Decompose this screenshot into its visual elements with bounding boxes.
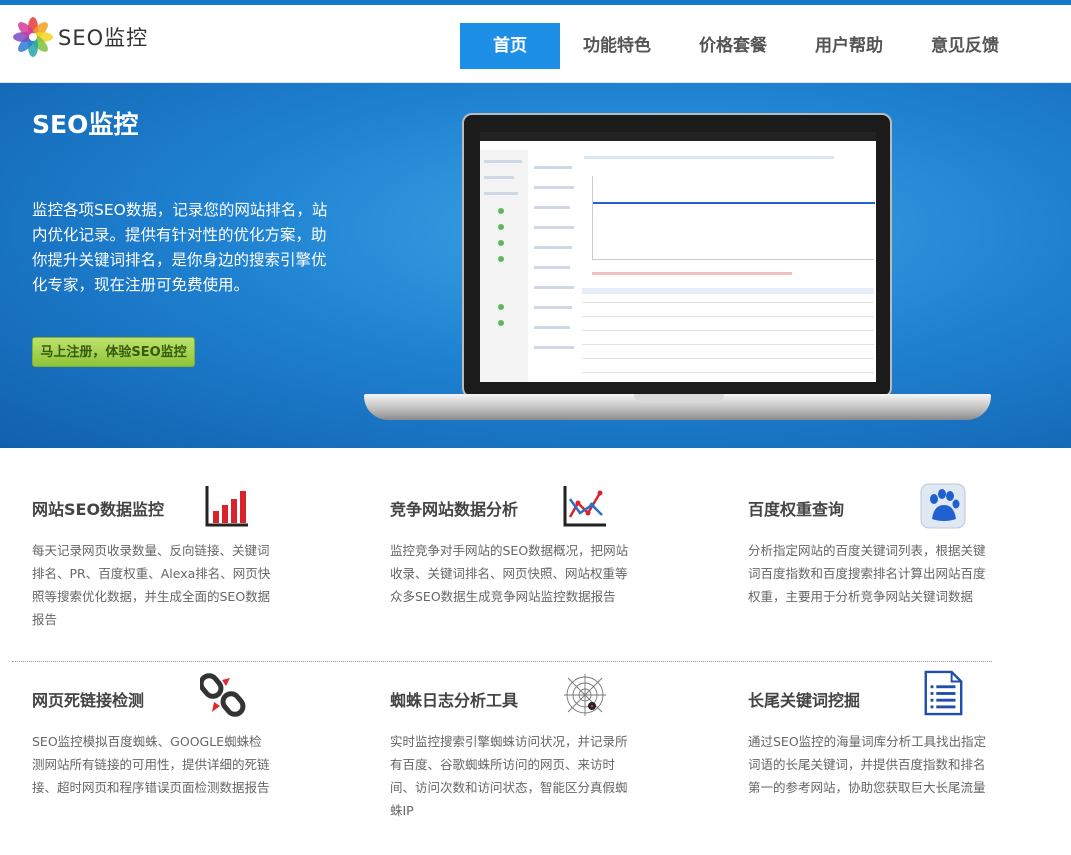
feature-description: 通过SEO监控的海量词库分析工具找出指定词语的长尾关键词，并提供百度指数和排名第… xyxy=(748,734,987,795)
spider-web-icon xyxy=(564,674,606,716)
nav-features[interactable]: 功能特色 xyxy=(562,23,672,69)
feature-description: 实时监控搜索引擎蜘蛛访问状况，并记录所有百度、谷歌蜘蛛所访问的网页、来访时间、访… xyxy=(390,734,628,818)
feature-description: 分析指定网站的百度关键词列表，根据关键词百度指数和百度搜索排名计算出网站百度权重… xyxy=(748,543,986,604)
laptop-screenshot xyxy=(480,132,876,382)
site-logo[interactable]: SEO监控 xyxy=(12,17,148,57)
laptop-notch xyxy=(634,394,724,401)
feature-title: 竞争网站数据分析 xyxy=(390,500,519,519)
flower-logo-icon xyxy=(13,17,53,57)
laptop-image xyxy=(462,113,892,398)
main-nav: 首页 功能特色 价格套餐 用户帮助 意见反馈 xyxy=(460,23,1026,69)
feature-title: 长尾关键词挖掘 xyxy=(748,691,861,710)
feature-description: 每天记录网页收录数量、反向链接、关键词排名、PR、百度权重、Alexa排名、网页… xyxy=(32,543,271,627)
feature-title: 网站SEO数据监控 xyxy=(32,500,165,519)
register-button[interactable]: 马上注册，体验SEO监控 xyxy=(32,337,195,367)
nav-home[interactable]: 首页 xyxy=(460,23,560,69)
baidu-paw-icon xyxy=(920,483,966,529)
site-header: SEO监控 首页 功能特色 价格套餐 用户帮助 意见反馈 xyxy=(0,5,1071,83)
line-chart-icon xyxy=(563,486,606,527)
nav-help[interactable]: 用户帮助 xyxy=(794,23,904,69)
logo-text: SEO监控 xyxy=(58,26,149,50)
banner-title: SEO监控 xyxy=(32,110,139,139)
nav-pricing[interactable]: 价格套餐 xyxy=(678,23,788,69)
feature-title: 蜘蛛日志分析工具 xyxy=(390,691,519,710)
nav-feedback[interactable]: 意见反馈 xyxy=(910,23,1020,69)
section-divider xyxy=(12,661,992,662)
feature-description: 监控竞争对手网站的SEO数据概况，把网站收录、关键词排名、网页快照、网站权重等众… xyxy=(390,543,629,604)
feature-title: 网页死链接检测 xyxy=(32,691,145,710)
hero-banner: SEO监控 监控各项SEO数据，记录您的网站排名，站内优化记录。提供有针对性的优… xyxy=(0,83,1071,448)
banner-description: 监控各项SEO数据，记录您的网站排名，站内优化记录。提供有针对性的优化方案，助你… xyxy=(32,201,328,294)
feature-title: 百度权重查询 xyxy=(748,500,845,519)
document-list-icon xyxy=(924,670,963,716)
bar-chart-icon xyxy=(205,486,248,527)
feature-description: SEO监控模拟百度蜘蛛、GOOGLE蜘蛛检测网站所有链接的可用性，提供详细的死链… xyxy=(32,734,270,795)
broken-link-icon xyxy=(200,673,246,717)
